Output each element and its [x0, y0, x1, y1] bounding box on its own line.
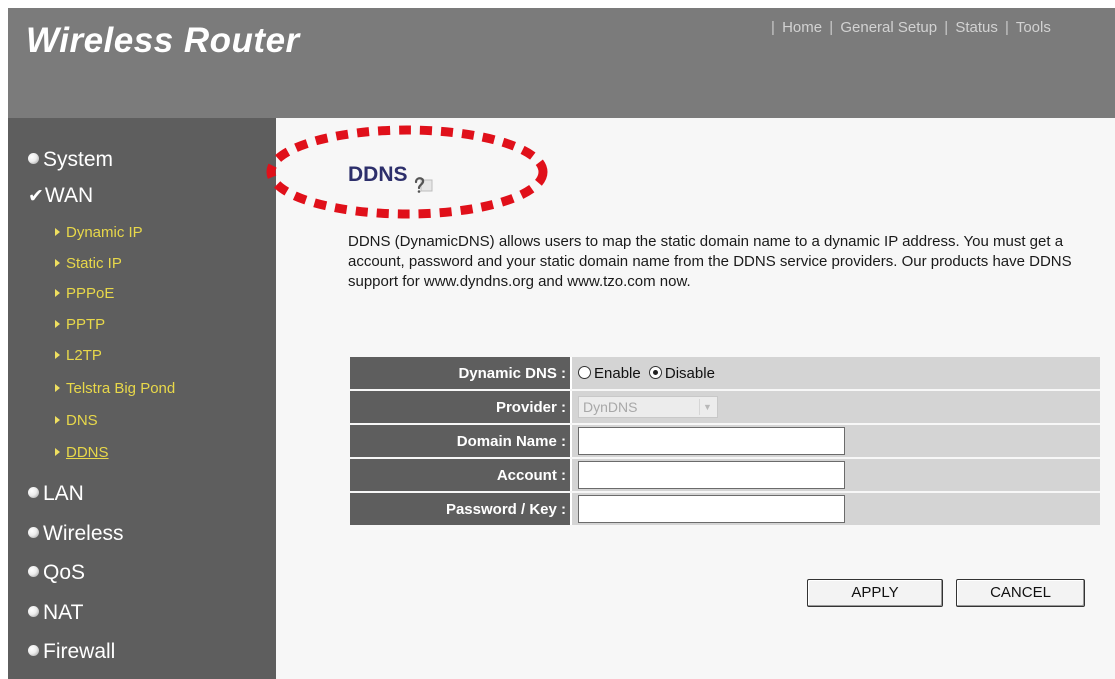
sidebar-subitem-pptp[interactable]: PPTP — [55, 316, 105, 333]
arrow-right-icon — [55, 448, 60, 457]
bullet-icon — [28, 565, 39, 577]
password-key-field[interactable] — [578, 495, 845, 523]
arrow-right-icon — [55, 259, 60, 268]
sidebar-subitem-dynamic-ip[interactable]: Dynamic IP — [55, 224, 143, 241]
arrow-right-icon — [55, 384, 60, 393]
domain-name-field[interactable] — [578, 427, 845, 455]
chevron-down-icon: ▼ — [699, 399, 715, 415]
sidebar-item-system[interactable]: System — [28, 148, 113, 172]
account-field[interactable] — [578, 461, 845, 489]
enable-radio[interactable] — [578, 366, 591, 380]
header-bar: Wireless Router | Home | General Setup |… — [8, 8, 1115, 118]
sidebar-item-wan[interactable]: ✔WAN — [28, 184, 93, 208]
help-icon[interactable] — [412, 174, 436, 194]
disable-radio[interactable] — [648, 366, 662, 380]
bullet-icon — [28, 605, 39, 617]
main-content: DDNS DDNS (DynamicDNS) allows users to m… — [266, 118, 1115, 679]
apply-button[interactable]: APPLY — [807, 579, 943, 607]
enable-radio-label[interactable]: Enable — [594, 365, 641, 382]
bullet-icon — [28, 152, 39, 164]
top-nav: | Home | General Setup | Status | Tools — [771, 19, 1051, 36]
sidebar-item-nat[interactable]: NAT — [28, 601, 83, 625]
nav-status-link[interactable]: Status — [955, 19, 998, 36]
sidebar-subitem-ddns[interactable]: DDNS — [55, 444, 109, 461]
sidebar-item-label: NAT — [43, 601, 84, 624]
arrow-right-icon — [55, 351, 60, 360]
description-text: DDNS (DynamicDNS) allows users to map th… — [348, 233, 1072, 290]
disable-radio-label[interactable]: Disable — [665, 365, 715, 382]
sidebar-item-label: WAN — [44, 184, 94, 207]
dynamic-dns-label: Dynamic DNS : — [350, 357, 572, 389]
sidebar-item-qos[interactable]: QoS — [28, 561, 85, 585]
nav-general-setup-link[interactable]: General Setup — [840, 19, 937, 36]
sidebar-item-label: System — [43, 148, 114, 171]
arrow-right-icon — [55, 289, 60, 298]
sidebar-subitem-l2tp[interactable]: L2TP — [55, 347, 102, 364]
bullet-icon — [28, 486, 39, 498]
dynamic-dns-row: Dynamic DNS : Enable Disable — [350, 357, 1100, 389]
sidebar-item-label: LAN — [43, 482, 84, 505]
sidebar-item-firewall[interactable]: Firewall — [28, 640, 115, 664]
arrow-right-icon — [55, 416, 60, 425]
sidebar-subitem-telstra-big-pond[interactable]: Telstra Big Pond — [55, 380, 175, 397]
sidebar-item-lan[interactable]: LAN — [28, 482, 84, 506]
page-title: DDNS — [348, 163, 408, 186]
checkmark-icon: ✔ — [28, 186, 44, 207]
bullet-icon — [28, 644, 39, 656]
provider-row: Provider : DynDNS ▼ — [350, 391, 1100, 423]
domain-name-row: Domain Name : — [350, 425, 1100, 457]
cancel-button[interactable]: CANCEL — [956, 579, 1085, 607]
sidebar-subitem-static-ip[interactable]: Static IP — [55, 255, 122, 272]
nav-home-link[interactable]: Home — [782, 19, 822, 36]
nav-tools-link[interactable]: Tools — [1016, 19, 1051, 36]
password-row: Password / Key : — [350, 493, 1100, 525]
account-label: Account : — [350, 459, 572, 491]
sidebar: System ✔WAN Dynamic IP Static IP PPPoE P… — [8, 118, 276, 679]
provider-label: Provider : — [350, 391, 572, 423]
provider-select-value: DynDNS — [583, 399, 638, 415]
highlight-circle — [266, 125, 548, 219]
sidebar-item-label: Firewall — [43, 640, 116, 663]
sidebar-item-label: QoS — [43, 561, 86, 584]
domain-name-label: Domain Name : — [350, 425, 572, 457]
sidebar-item-label: Wireless — [43, 522, 124, 545]
brand-title: Wireless Router — [26, 21, 300, 60]
arrow-right-icon — [55, 228, 60, 237]
sidebar-item-wireless[interactable]: Wireless — [28, 522, 124, 546]
sidebar-subitem-pppoe[interactable]: PPPoE — [55, 285, 114, 302]
sidebar-subitem-dns[interactable]: DNS — [55, 412, 98, 429]
bullet-icon — [28, 526, 39, 538]
account-row: Account : — [350, 459, 1100, 491]
provider-select[interactable]: DynDNS ▼ — [578, 396, 718, 418]
arrow-right-icon — [55, 320, 60, 329]
password-key-label: Password / Key : — [350, 493, 572, 525]
ddns-settings-form: Dynamic DNS : Enable Disable Provider : … — [350, 355, 1100, 527]
